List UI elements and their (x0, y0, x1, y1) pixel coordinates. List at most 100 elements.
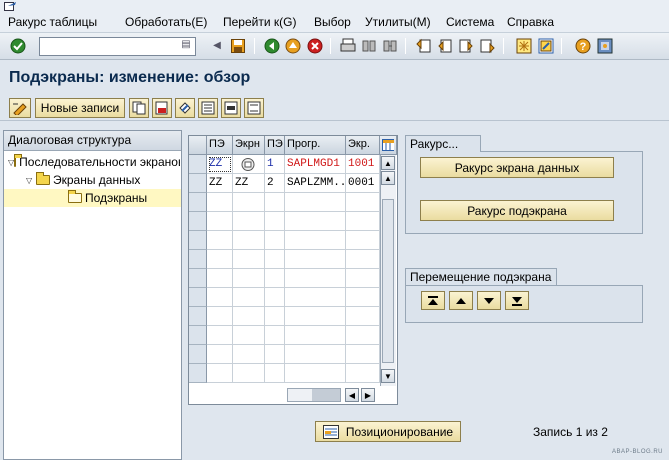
table-cell[interactable] (285, 212, 346, 231)
row-selector[interactable] (189, 231, 207, 250)
tree-node-data-screens[interactable]: ▽ Экраны данных (26, 171, 180, 189)
expand-triangle-icon[interactable]: ▽ (26, 176, 36, 185)
row-selector[interactable] (189, 193, 207, 212)
delete-icon[interactable] (152, 98, 172, 118)
table-cell[interactable] (233, 326, 265, 345)
col-header-pe2[interactable]: ПЭ (265, 136, 285, 155)
row-selector[interactable] (189, 345, 207, 364)
scroll-right-icon[interactable]: ▶ (361, 388, 375, 402)
table-cell[interactable]: SAPLZMM... (285, 174, 346, 193)
table-cell[interactable] (233, 269, 265, 288)
exit-icon[interactable] (284, 37, 302, 55)
menu-table-view[interactable]: Ракурс таблицы (8, 15, 97, 29)
menu-utilities[interactable]: Утилиты(M) (365, 15, 431, 29)
table-cell[interactable] (346, 364, 380, 383)
next-page-icon[interactable] (457, 37, 475, 55)
table-cell[interactable] (346, 231, 380, 250)
row-selector[interactable] (189, 155, 207, 174)
table-vertical-scrollbar[interactable]: ▲ ▲ ▼ (380, 155, 396, 386)
window-menu-icon[interactable] (4, 1, 17, 12)
table-cell[interactable] (346, 326, 380, 345)
table-cell[interactable]: 1 (265, 155, 285, 174)
layout-icon[interactable] (596, 37, 614, 55)
command-history-icon[interactable]: ▤ (180, 39, 192, 53)
table-cell[interactable] (233, 307, 265, 326)
table-cell[interactable]: ZZ (233, 174, 265, 193)
shortcut-icon[interactable] (537, 37, 555, 55)
menu-help[interactable]: Справка (507, 15, 554, 29)
table-cell[interactable] (265, 212, 285, 231)
move-to-top-icon[interactable] (421, 291, 445, 310)
menu-selection[interactable]: Выбор (314, 15, 351, 29)
select-all-rows[interactable] (189, 136, 207, 155)
move-up-icon[interactable] (449, 291, 473, 310)
col-header-screen-no[interactable]: Экр. (346, 136, 380, 155)
move-down-icon[interactable] (477, 291, 501, 310)
table-cell[interactable] (207, 193, 233, 212)
create-session-icon[interactable] (515, 37, 533, 55)
scroll-up-icon[interactable]: ▲ (381, 156, 395, 170)
table-cell[interactable] (285, 231, 346, 250)
table-cell[interactable] (233, 193, 265, 212)
table-cell[interactable] (233, 288, 265, 307)
table-cell[interactable] (265, 345, 285, 364)
tree-node-subscreens[interactable]: Подэкраны (4, 189, 181, 207)
table-cell[interactable] (265, 231, 285, 250)
table-cell[interactable] (207, 269, 233, 288)
table-cell[interactable] (285, 288, 346, 307)
table-cell[interactable] (207, 326, 233, 345)
new-entries-button[interactable]: Новые записи (35, 98, 125, 118)
table-cell[interactable] (285, 326, 346, 345)
table-cell[interactable] (265, 307, 285, 326)
undo-icon[interactable] (175, 98, 195, 118)
last-page-icon[interactable] (478, 37, 496, 55)
find-next-icon[interactable] (381, 37, 399, 55)
tree-node-screen-sequences[interactable]: ▽ Последовательности экранов (8, 153, 180, 171)
menu-goto[interactable]: Перейти к(G) (223, 15, 296, 29)
table-cell[interactable] (207, 250, 233, 269)
table-cell[interactable] (285, 345, 346, 364)
table-cell[interactable] (346, 250, 380, 269)
prev-page-icon[interactable] (436, 37, 454, 55)
table-cell[interactable] (207, 231, 233, 250)
table-cell[interactable] (233, 345, 265, 364)
table-cell[interactable] (265, 326, 285, 345)
move-to-bottom-icon[interactable] (505, 291, 529, 310)
back-icon[interactable] (263, 37, 281, 55)
table-cell[interactable] (265, 250, 285, 269)
help-icon[interactable]: ? (574, 37, 592, 55)
select-all-icon[interactable] (198, 98, 218, 118)
data-screen-view-button[interactable]: Ракурс экрана данных (420, 157, 614, 178)
row-selector[interactable] (189, 326, 207, 345)
table-cell[interactable] (207, 288, 233, 307)
table-cell[interactable] (346, 345, 380, 364)
screen-value-help-icon[interactable] (233, 155, 265, 174)
row-selector[interactable] (189, 212, 207, 231)
select-block-icon[interactable] (221, 98, 241, 118)
row-selector[interactable] (189, 174, 207, 193)
table-settings-icon[interactable] (380, 136, 397, 155)
collapse-icon[interactable]: ◀ (208, 37, 226, 55)
deselect-all-icon[interactable] (244, 98, 264, 118)
scroll-thumb[interactable] (382, 199, 394, 363)
table-cell[interactable] (265, 193, 285, 212)
col-header-pe[interactable]: ПЭ (207, 136, 233, 155)
table-cell[interactable] (285, 250, 346, 269)
subscreen-view-button[interactable]: Ракурс подэкрана (420, 200, 614, 221)
table-cell[interactable]: ZZ (207, 174, 233, 193)
scroll-down-icon[interactable]: ▼ (381, 369, 395, 383)
table-cell[interactable] (346, 288, 380, 307)
row-selector[interactable] (189, 269, 207, 288)
table-cell[interactable] (207, 212, 233, 231)
first-page-icon[interactable] (415, 37, 433, 55)
table-cell[interactable] (285, 269, 346, 288)
table-cell[interactable] (285, 307, 346, 326)
col-header-screen[interactable]: Экрн (233, 136, 265, 155)
menu-system[interactable]: Система (446, 15, 494, 29)
table-cell[interactable] (265, 364, 285, 383)
table-cell[interactable] (346, 193, 380, 212)
table-cell[interactable] (346, 269, 380, 288)
command-field[interactable] (39, 37, 196, 56)
find-icon[interactable] (360, 37, 378, 55)
table-cell[interactable] (207, 307, 233, 326)
